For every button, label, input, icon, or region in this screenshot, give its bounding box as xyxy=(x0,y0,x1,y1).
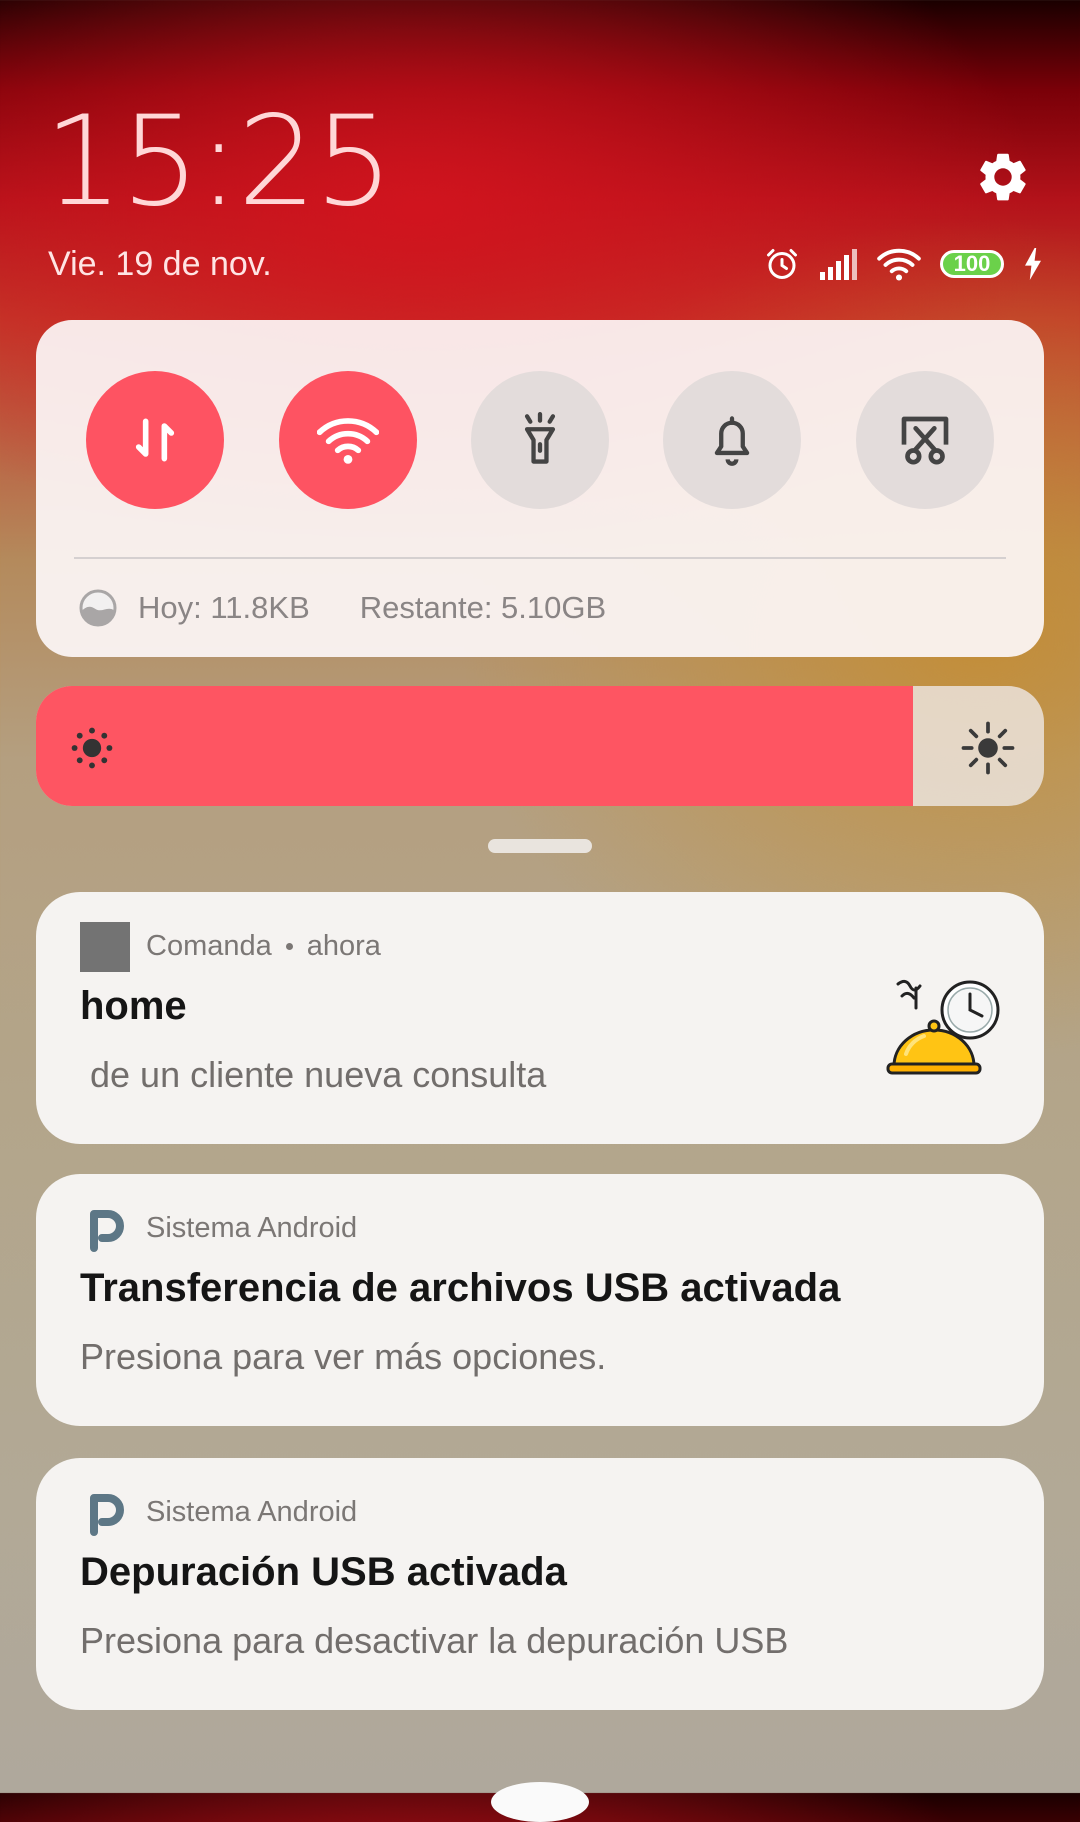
notification-body: Presiona para desactivar la depuración U… xyxy=(80,1620,789,1661)
brightness-slider[interactable] xyxy=(36,686,1044,806)
wifi-toggle[interactable] xyxy=(279,371,417,509)
android-system-icon xyxy=(90,1210,124,1252)
signal-icon xyxy=(820,249,857,280)
food-cloche-clock-icon xyxy=(886,979,1000,1075)
notification-header: Sistema Android xyxy=(146,1496,357,1529)
notification-body: de un cliente nueva consulta xyxy=(80,1054,547,1095)
charging-bolt-icon xyxy=(1025,248,1041,280)
brightness-fill xyxy=(36,686,913,806)
flashlight-toggle[interactable] xyxy=(471,371,609,509)
quick-settings-panel: Hoy: 11.8KB Restante: 5.10GB xyxy=(36,320,1044,657)
data-usage-row[interactable]: Hoy: 11.8KB Restante: 5.10GB xyxy=(78,588,606,628)
notification-app-name: Sistema Android xyxy=(146,1496,358,1528)
drawer-handle[interactable] xyxy=(488,839,592,853)
notification-header: Sistema Android xyxy=(146,1212,357,1245)
qs-divider xyxy=(74,557,1006,559)
brightness-low-icon xyxy=(71,727,113,769)
data-usage-icon xyxy=(79,589,117,627)
wifi-icon xyxy=(317,418,379,464)
notification-title: home xyxy=(80,984,187,1028)
clock: 15:25 xyxy=(44,90,393,234)
notification-title: Transferencia de archivos USB activada xyxy=(80,1266,841,1310)
flashlight-icon xyxy=(524,412,556,464)
separator-dot xyxy=(285,943,293,950)
notification-app-name: Comanda xyxy=(146,930,272,962)
notification-time: ahora xyxy=(306,930,381,962)
wifi-icon xyxy=(877,248,921,281)
android-system-icon xyxy=(90,1494,124,1536)
screenshot-toggle[interactable] xyxy=(856,371,994,509)
alarm-clock-icon xyxy=(767,249,797,279)
app-placeholder-icon xyxy=(80,922,130,972)
date: Vie. 19 de nov. xyxy=(48,245,272,283)
notification-sound-toggle[interactable] xyxy=(663,371,801,509)
data-today-label: Hoy: 11.8KB xyxy=(138,590,310,625)
mobile-data-toggle[interactable] xyxy=(86,371,224,509)
home-button[interactable] xyxy=(491,1782,589,1822)
data-remaining-label: Restante: 5.10GB xyxy=(359,590,607,625)
gear-icon[interactable] xyxy=(974,148,1032,206)
brightness-high-icon xyxy=(961,721,1015,775)
notification-title: Depuración USB activada xyxy=(80,1550,567,1594)
notification-header: Comanda ahora xyxy=(146,930,381,963)
notification-app-name: Sistema Android xyxy=(146,1212,358,1244)
notification-card-usb-debugging[interactable]: Sistema Android Depuración USB activada … xyxy=(36,1458,1044,1710)
notification-card-comanda[interactable]: Comanda ahora home de un cliente nueva c… xyxy=(36,892,1044,1144)
status-bar: 100 xyxy=(764,246,1044,282)
notification-body: Presiona para ver más opciones. xyxy=(80,1336,607,1377)
notification-card-usb-transfer[interactable]: Sistema Android Transferencia de archivo… xyxy=(36,1174,1044,1426)
battery-indicator: 100 xyxy=(940,250,1004,278)
screenshot-icon xyxy=(901,416,949,465)
mobile-data-icon xyxy=(135,418,175,462)
bell-icon xyxy=(714,416,750,466)
